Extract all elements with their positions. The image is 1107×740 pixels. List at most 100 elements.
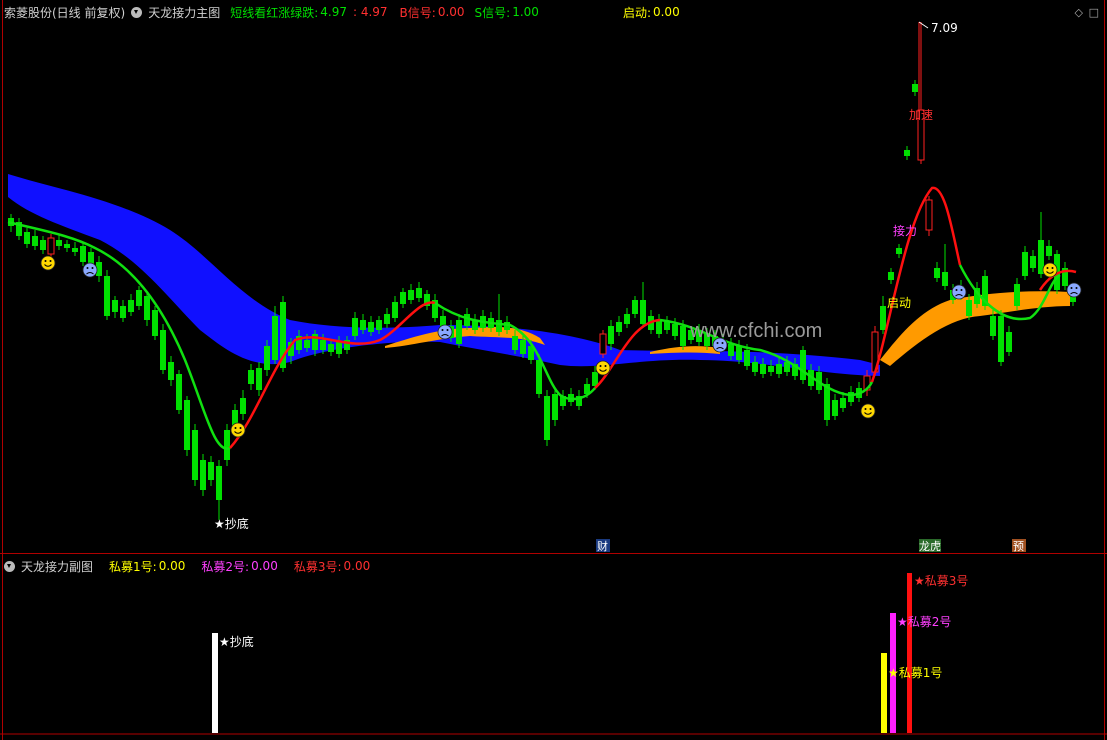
finance-tag[interactable]: 财 bbox=[597, 539, 608, 553]
forecast-tag[interactable]: 预 bbox=[1013, 540, 1024, 553]
main-chart-canvas[interactable]: 7.09 加速 接力 启动 ★抄底 财 龙虎 预 www.cfchi.com bbox=[0, 0, 1107, 553]
high-pointer bbox=[918, 21, 929, 29]
candle-body bbox=[776, 364, 782, 374]
candle-body bbox=[168, 362, 174, 380]
candle-body bbox=[760, 364, 766, 374]
candle-body bbox=[744, 350, 750, 366]
high-price-label: 7.09 bbox=[931, 21, 958, 35]
candle-body bbox=[456, 320, 462, 344]
happy-face-icon bbox=[40, 255, 56, 271]
candle-body bbox=[152, 310, 158, 336]
candle-body bbox=[912, 84, 918, 92]
sub-indicator-menu-icon[interactable] bbox=[4, 560, 15, 572]
accelerate-label: 加速 bbox=[909, 108, 933, 122]
happy-face-icon bbox=[230, 422, 246, 438]
candle-body bbox=[72, 248, 78, 252]
candle-body bbox=[1046, 246, 1052, 256]
candle-body bbox=[416, 288, 422, 298]
candle-body bbox=[64, 244, 70, 248]
candle-body bbox=[200, 460, 206, 490]
candle-body bbox=[112, 300, 118, 312]
candle-body bbox=[24, 232, 30, 244]
candle-body bbox=[320, 340, 326, 350]
main-chart-panel[interactable]: 7.09 加速 接力 启动 ★抄底 财 龙虎 预 www.cfchi.com 索… bbox=[0, 0, 1107, 554]
start-label: 启动 bbox=[887, 296, 911, 310]
candle-body bbox=[888, 272, 894, 280]
main-indicator-name[interactable]: 天龙接力主图 bbox=[148, 4, 220, 21]
stock-name[interactable]: 索菱股份(日线 前复权) bbox=[4, 4, 125, 21]
sub-indicator-name[interactable]: 天龙接力副图 bbox=[21, 558, 93, 575]
happy-face-icon bbox=[1042, 262, 1058, 278]
sub-header: 天龙接力副图 私募1号: 0.00 私募2号: 0.00 私募3号: 0.00 bbox=[4, 558, 370, 574]
candle-body bbox=[136, 290, 142, 306]
candle-body bbox=[496, 320, 502, 332]
candle-body bbox=[664, 322, 670, 330]
candle-body bbox=[368, 322, 374, 332]
b-signal-label: B信号: bbox=[399, 5, 436, 20]
candle-body bbox=[848, 392, 854, 402]
candle-body bbox=[616, 322, 622, 332]
candle-body bbox=[272, 316, 278, 360]
square-control-icon[interactable]: □ bbox=[1089, 6, 1099, 19]
candle-body bbox=[800, 350, 806, 380]
candle-body bbox=[208, 462, 214, 480]
watermark: www.cfchi.com bbox=[689, 320, 822, 342]
candle-body bbox=[160, 330, 166, 370]
candle-body bbox=[656, 320, 662, 334]
candle-body bbox=[128, 300, 134, 312]
candle-body bbox=[736, 346, 742, 360]
candle-body bbox=[336, 342, 342, 354]
s-signal-value: 1.00 bbox=[512, 5, 539, 19]
pm2-header-label: 私募2号: bbox=[201, 559, 250, 574]
candle-body bbox=[990, 316, 996, 336]
sub-bottom-label: ★抄底 bbox=[219, 634, 254, 649]
candle-body bbox=[248, 370, 254, 384]
candle-body bbox=[680, 326, 686, 346]
candle-body bbox=[966, 300, 972, 316]
dragon-tag[interactable]: 龙虎 bbox=[919, 540, 941, 553]
candle-body bbox=[840, 398, 846, 408]
candle-body bbox=[544, 396, 550, 440]
pm1-header-value: 0.00 bbox=[158, 559, 186, 573]
start-signal-label: 启动: bbox=[622, 5, 651, 20]
candle-body bbox=[1006, 332, 1012, 352]
candle-body bbox=[240, 398, 246, 414]
candle-body bbox=[608, 326, 614, 344]
candle-body bbox=[904, 150, 910, 156]
candle-body bbox=[400, 292, 406, 304]
candle-body bbox=[192, 430, 198, 480]
sad-face-icon bbox=[951, 284, 967, 300]
candle-body bbox=[934, 268, 940, 278]
sad-face-icon bbox=[712, 337, 728, 353]
candle-body bbox=[40, 240, 46, 250]
candle-body bbox=[264, 346, 270, 370]
candle-body bbox=[672, 324, 678, 336]
diamond-control-icon[interactable]: ◇ bbox=[1075, 6, 1083, 19]
candle-body bbox=[352, 318, 358, 336]
candle-body bbox=[120, 306, 126, 318]
candle-body bbox=[728, 344, 734, 356]
pm1-bar bbox=[881, 653, 887, 733]
candle-body bbox=[512, 336, 518, 350]
candle-body bbox=[640, 300, 646, 324]
candle-body bbox=[144, 296, 150, 320]
pm3-bar bbox=[907, 573, 912, 733]
candle-body bbox=[384, 314, 390, 324]
sub-chart-panel[interactable]: ★抄底 ★私募1号 ★私募2号 ★私募3号 天龙接力副图 私募1号: 0.00 … bbox=[0, 554, 1107, 740]
main-header: 索菱股份(日线 前复权) 天龙接力主图 短线看红涨绿跌: 4.97 : 4.97… bbox=[4, 4, 680, 20]
sad-face-icon bbox=[437, 324, 453, 340]
candle-body bbox=[104, 276, 110, 316]
candle-body bbox=[520, 340, 526, 354]
start-signal-value: 0.00 bbox=[652, 5, 680, 19]
candle-body bbox=[632, 300, 638, 314]
indicator-menu-icon[interactable] bbox=[131, 6, 143, 18]
sub-chart-canvas[interactable]: ★抄底 ★私募1号 ★私募2号 ★私募3号 bbox=[0, 554, 1107, 740]
pm1-label: ★私募1号 bbox=[888, 666, 942, 680]
candle-body bbox=[942, 272, 948, 286]
candle-body bbox=[328, 344, 334, 352]
pm2-header-value: 0.00 bbox=[251, 559, 278, 573]
candle-body bbox=[752, 362, 758, 372]
candle-body bbox=[304, 340, 310, 348]
pm3-header-label: 私募3号: bbox=[293, 559, 342, 574]
candle-body bbox=[998, 316, 1004, 362]
